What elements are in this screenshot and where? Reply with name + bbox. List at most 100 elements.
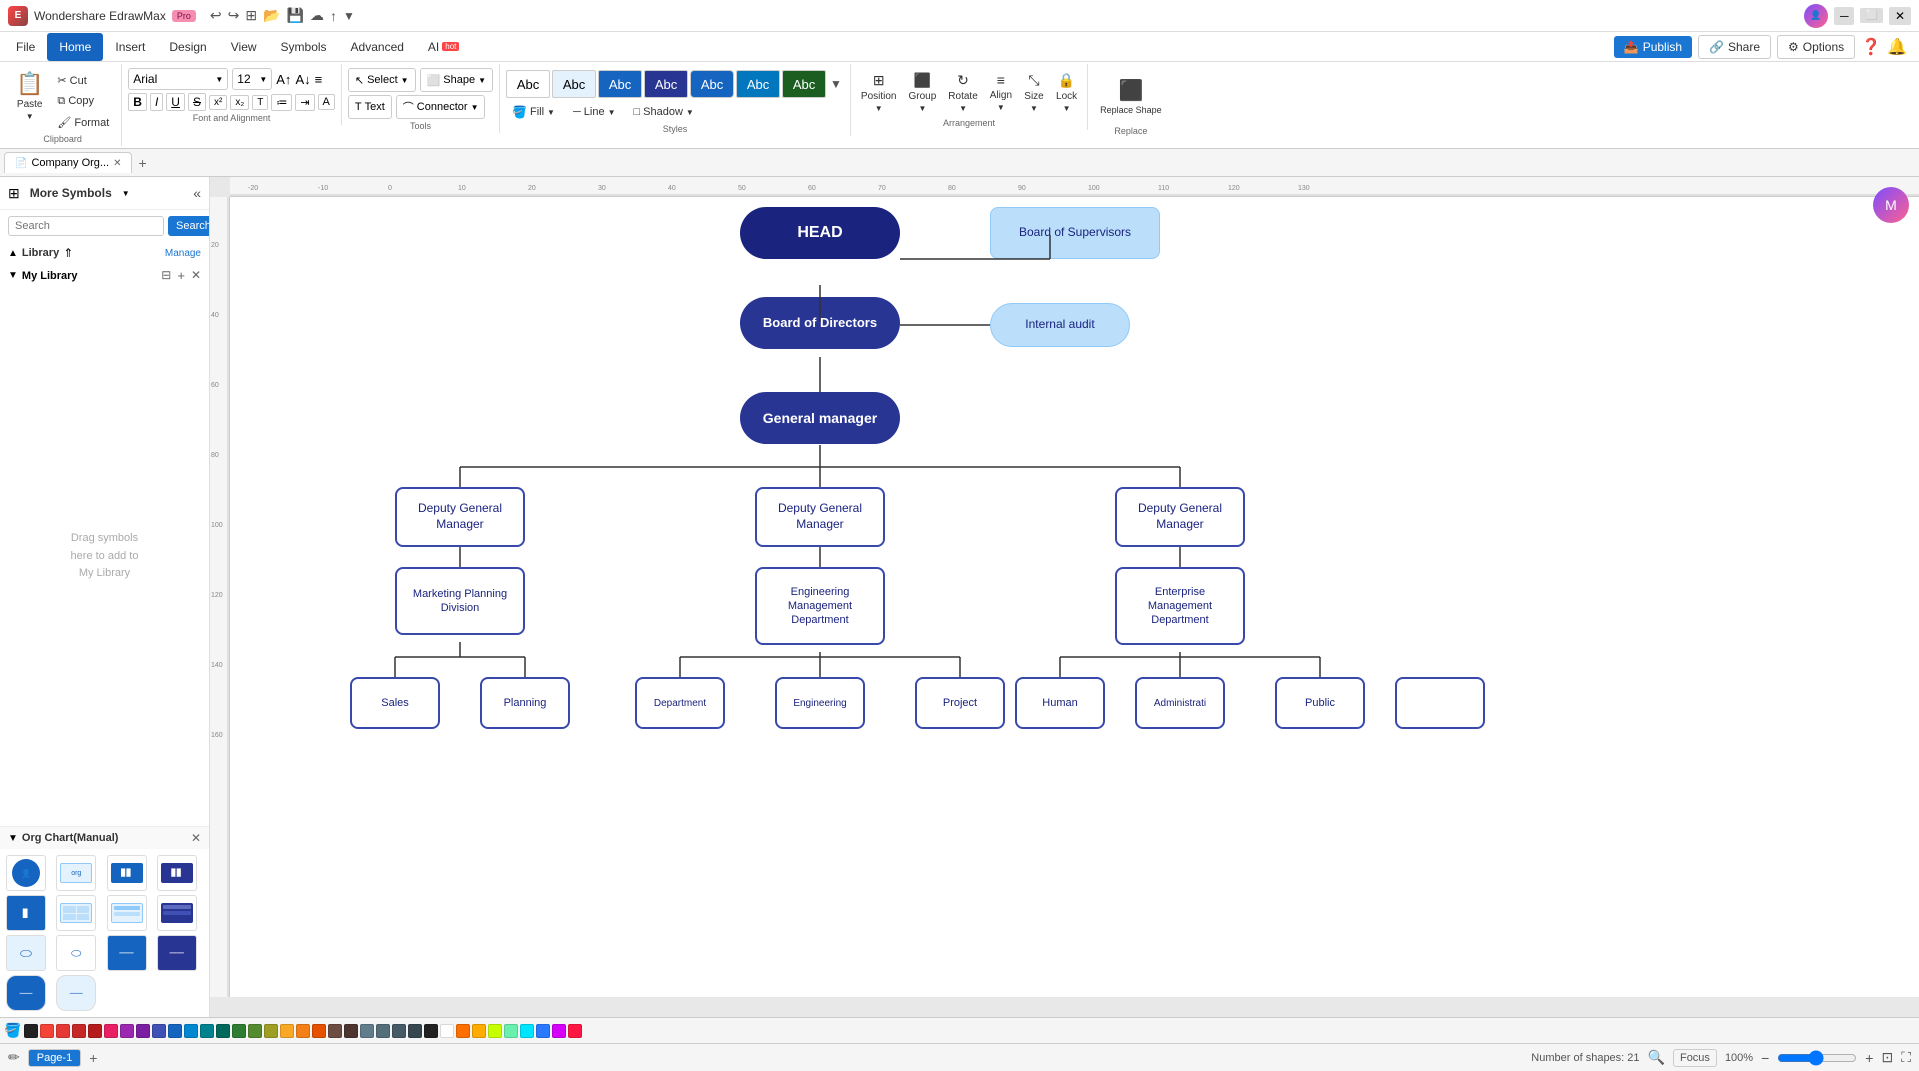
zoom-slider[interactable] [1777, 1051, 1857, 1065]
style-abc-4[interactable]: Abc [644, 70, 688, 98]
node-sales[interactable]: Sales [350, 677, 440, 729]
symbol-item-2[interactable]: org [56, 855, 96, 891]
node-head[interactable]: HEAD [740, 207, 900, 259]
node-administration[interactable]: Administrati [1135, 677, 1225, 729]
undo-icon[interactable]: ↩ [210, 7, 222, 24]
color-swatch-green1[interactable] [232, 1024, 246, 1038]
symbol-item-8[interactable] [157, 895, 197, 931]
color-swatch-extra7[interactable] [552, 1024, 566, 1038]
select-tool-button[interactable]: ↖ Select ▼ [348, 68, 416, 92]
fullscreen-btn[interactable]: ⛶ [1901, 1049, 1911, 1066]
draw-tool-icon[interactable]: ✏ [8, 1049, 20, 1066]
style-abc-7[interactable]: Abc [782, 70, 826, 98]
node-deputy-gm-1[interactable]: Deputy General Manager [395, 487, 525, 547]
style-abc-6[interactable]: Abc [736, 70, 780, 98]
node-board-directors[interactable]: Board of Directors [740, 297, 900, 349]
align-btn[interactable]: ≡ [315, 72, 323, 87]
user-avatar[interactable]: 👤 [1804, 4, 1828, 28]
search-button[interactable]: Search [168, 216, 210, 236]
cloud-save-icon[interactable]: ☁ [310, 7, 324, 24]
style-abc-3[interactable]: Abc [598, 70, 642, 98]
fill-btn[interactable]: 🪣 Fill ▼ [506, 102, 561, 122]
redo-icon[interactable]: ↪ [228, 7, 240, 24]
color-swatch-purple2[interactable] [136, 1024, 150, 1038]
canvas-area[interactable]: for(let i = -20; i <= 320; i+=10) { let … [210, 177, 1919, 1017]
color-swatch-extra8[interactable] [568, 1024, 582, 1038]
menu-symbols[interactable]: Symbols [269, 33, 339, 61]
node-partial-left[interactable] [1395, 677, 1485, 729]
color-swatch-yellow[interactable] [280, 1024, 294, 1038]
manage-link[interactable]: Manage [165, 248, 201, 259]
node-engineering-sub[interactable]: Engineering [775, 677, 865, 729]
restore-btn[interactable]: ⬜ [1860, 8, 1882, 23]
color-swatch-white[interactable] [440, 1024, 454, 1038]
lock-btn[interactable]: 🔒 Lock ▼ [1052, 68, 1081, 116]
symbol-item-6[interactable] [56, 895, 96, 931]
symbol-item-14[interactable]: ── [56, 975, 96, 1011]
color-swatch-black[interactable] [24, 1024, 38, 1038]
text-shadow-btn[interactable]: T [252, 95, 268, 110]
symbol-item-3[interactable]: ▊▊ [107, 855, 147, 891]
color-swatch-red3[interactable] [72, 1024, 86, 1038]
add-tab-btn[interactable]: + [132, 153, 152, 173]
color-swatch-pink[interactable] [104, 1024, 118, 1038]
symbol-item-7[interactable] [107, 895, 147, 931]
node-project[interactable]: Project [915, 677, 1005, 729]
library-header[interactable]: ▲ Library ⇑ Manage [0, 242, 209, 264]
shape-tool-button[interactable]: ⬜ Shape ▼ [420, 68, 493, 92]
zoom-out-btn[interactable]: − [1761, 1050, 1769, 1066]
color-swatch-blue2[interactable] [184, 1024, 198, 1038]
indent-btn[interactable]: ⇥ [295, 94, 314, 111]
connector-tool-button[interactable]: ⌒ Connector ▼ [396, 95, 486, 119]
user-floating-avatar[interactable]: M [1873, 187, 1909, 223]
node-marketing[interactable]: Marketing Planning Division [395, 567, 525, 635]
color-swatch-gray1[interactable] [360, 1024, 374, 1038]
search-input[interactable] [8, 216, 164, 236]
styles-expand-btn[interactable]: ▼ [828, 75, 844, 93]
symbol-item-10[interactable]: ⬭ [56, 935, 96, 971]
menu-insert[interactable]: Insert [103, 33, 157, 61]
color-swatch-dark[interactable] [424, 1024, 438, 1038]
paste-button[interactable]: 📋 Paste ▼ [10, 68, 49, 124]
paint-bucket-tool[interactable]: 🪣 [4, 1022, 22, 1040]
list-btn[interactable]: ≔ [271, 94, 292, 111]
color-swatch-gray4[interactable] [408, 1024, 422, 1038]
color-swatch-brown2[interactable] [344, 1024, 358, 1038]
color-swatch-gray3[interactable] [392, 1024, 406, 1038]
help-icon[interactable]: ❓ [1861, 37, 1881, 57]
color-swatch-teal[interactable] [216, 1024, 230, 1038]
node-human[interactable]: Human [1015, 677, 1105, 729]
node-board-supervisors[interactable]: Board of Supervisors [990, 207, 1160, 259]
save-icon[interactable]: 💾 [287, 7, 304, 24]
node-deputy-gm-2[interactable]: Deputy General Manager [755, 487, 885, 547]
color-swatch-amber[interactable] [296, 1024, 310, 1038]
close-btn[interactable]: ✕ [1889, 7, 1911, 25]
node-internal-audit[interactable]: Internal audit [990, 303, 1130, 347]
style-abc-1[interactable]: Abc [506, 70, 550, 98]
node-public[interactable]: Public [1275, 677, 1365, 729]
color-swatch-green2[interactable] [248, 1024, 262, 1038]
color-swatch-indigo[interactable] [152, 1024, 166, 1038]
style-abc-2[interactable]: Abc [552, 70, 596, 98]
font-family-selector[interactable]: Arial ▼ [128, 68, 228, 90]
share-button[interactable]: 🔗 Share [1698, 35, 1771, 59]
symbol-item-11[interactable]: ── [107, 935, 147, 971]
group-btn[interactable]: ⬛ Group ▼ [905, 68, 941, 116]
color-swatch-extra2[interactable] [472, 1024, 486, 1038]
strikethrough-btn[interactable]: S [188, 93, 206, 111]
new-tab-icon[interactable]: ⊞ [245, 7, 257, 24]
node-engineering-dept[interactable]: Engineering Management Department [755, 567, 885, 645]
color-swatch-gray2[interactable] [376, 1024, 390, 1038]
replace-shape-button[interactable]: ⬛ Replace Shape [1094, 68, 1168, 124]
rotate-btn[interactable]: ↻ Rotate ▼ [944, 68, 981, 116]
tab-close-icon[interactable]: ✕ [113, 158, 121, 169]
underline-btn[interactable]: U [166, 93, 185, 111]
menu-home[interactable]: Home [47, 33, 103, 61]
page-tab-1[interactable]: Page-1 [28, 1049, 81, 1067]
node-department[interactable]: Department [635, 677, 725, 729]
color-swatch-red1[interactable] [40, 1024, 54, 1038]
color-swatch-extra5[interactable] [520, 1024, 534, 1038]
notification-icon[interactable]: 🔔 [1887, 37, 1907, 57]
color-swatch-red4[interactable] [88, 1024, 102, 1038]
share-cloud-icon[interactable]: ↑ [330, 8, 337, 24]
